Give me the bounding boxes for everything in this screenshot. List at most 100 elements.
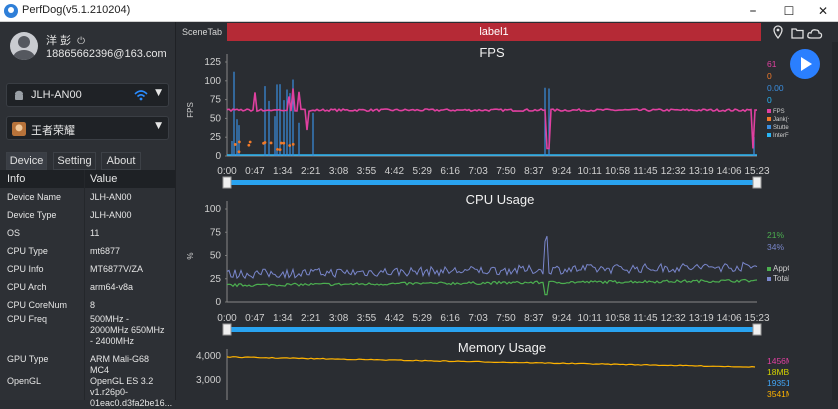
column-divider: [84, 170, 85, 400]
main-scrollbar[interactable]: [832, 42, 838, 400]
tab-setting[interactable]: Setting: [53, 152, 96, 170]
jank-marker: [282, 141, 286, 145]
fps-time-label: 5:29: [413, 166, 433, 177]
cpu-time-label: 3:08: [329, 313, 349, 324]
cloud-icon[interactable]: [807, 29, 823, 39]
row-value: JLH-AN00: [90, 210, 132, 220]
perfdog-logo-icon: [4, 4, 18, 18]
cpu-range-slider: [227, 327, 757, 332]
row-key: CPU CoreNum: [7, 300, 68, 310]
row-value: OpenGL ES 3.2 v1.r26p0-01eac0.d3fa2be16.…: [90, 376, 173, 408]
fps-time-label: 0:47: [245, 166, 265, 177]
cpu-tick-label: 25: [210, 274, 222, 285]
fps-tick-label: 100: [204, 76, 221, 87]
cpu-time-label: 9:24: [552, 313, 572, 324]
info-column-header: Info: [7, 173, 26, 185]
wifi-icon: [134, 90, 148, 101]
cpu-time-label: 5:29: [413, 313, 433, 324]
fps-legend-swatch: [767, 109, 771, 113]
row-key: GPU Type: [7, 354, 49, 364]
info-table-header: Info Value: [0, 170, 175, 188]
value-column-header: Value: [90, 173, 118, 185]
power-icon[interactable]: ⏻: [77, 36, 85, 47]
user-email: 18865662396@163.com: [46, 48, 167, 60]
cpu-time-label: 14:06: [717, 313, 742, 324]
cpu-time-label: 8:37: [524, 313, 544, 324]
user-name: 洋 彭 ⏻: [46, 32, 85, 48]
row-value: 500MHz - 2000MHz 650MHz - 2400MHz: [90, 314, 165, 346]
fps-tick-label: 25: [210, 132, 222, 143]
cpu-axis-label: %: [186, 252, 195, 259]
fps-time-label: 3:08: [329, 166, 349, 177]
cpu-time-label: 13:19: [689, 313, 714, 324]
fps-tick-label: 75: [210, 95, 222, 106]
fps-time-label: 3:55: [357, 166, 377, 177]
jank-marker: [291, 142, 295, 146]
jank-marker: [237, 140, 241, 144]
cpu-time-label: 1:34: [273, 313, 293, 324]
charts-area: FPS FPS 125 100 75 50 25 0 0:00 0:47 1:34 2:21 3:08 3…: [186, 45, 789, 400]
fps-current-value: 0: [767, 95, 772, 105]
chevron-down-icon: ▼: [155, 88, 162, 98]
app-select[interactable]: 王者荣耀 ▼: [6, 116, 169, 140]
totalcpu-series-line: [226, 235, 758, 280]
close-button[interactable]: ✕: [808, 1, 838, 21]
fps-legend-swatch: [767, 133, 771, 137]
memory-current-value: 18MB: [767, 367, 789, 377]
cpu-legend-swatch: [767, 267, 771, 271]
jank-marker: [288, 144, 292, 147]
cpu-time-label: 2:21: [301, 313, 321, 324]
cpu-tick-label: 0: [215, 297, 221, 308]
row-value: JLH-AN00: [90, 192, 132, 202]
fps-time-label: 1:34: [273, 166, 293, 177]
row-key: Device Type: [7, 210, 57, 220]
cpu-time-label: 10:11: [577, 313, 602, 324]
play-button[interactable]: [790, 49, 820, 79]
device-select[interactable]: JLH-AN00 ▼: [6, 83, 169, 107]
row-value: 8: [90, 300, 96, 310]
jank-marker: [263, 141, 267, 144]
main-panel: SceneTab label1 FPS FPS 125 100 75 50 25 0 0:00 0…: [177, 22, 838, 400]
fps-time-label: 9:24: [552, 166, 572, 177]
cpu-current-value: 21%: [767, 230, 784, 240]
cpu-range-handle-left: [222, 323, 232, 336]
cpu-time-label: 0:47: [245, 313, 265, 324]
fps-series-line: [226, 88, 757, 150]
jank-marker: [247, 143, 251, 147]
cpu-time-label: 7:03: [468, 313, 488, 324]
fps-time-label: 13:19: [689, 166, 714, 177]
fps-time-label: 7:50: [496, 166, 516, 177]
cpu-tick-label: 50: [210, 251, 222, 262]
jank-marker: [248, 140, 252, 144]
cpu-time-label: 6:16: [440, 313, 460, 324]
fps-tick-label: 0: [215, 151, 221, 162]
tab-device[interactable]: Device: [6, 152, 47, 170]
fps-time-label: 10:58: [605, 166, 630, 177]
title-bar: PerfDog(v5.1.210204) – ☐ ✕: [0, 0, 838, 22]
fps-time-label: 15:23: [744, 166, 769, 177]
cpu-time-label: 7:50: [496, 313, 516, 324]
jank-marker: [237, 150, 241, 154]
fps-tick-label: 125: [204, 57, 221, 68]
fps-time-label: 10:11: [577, 166, 602, 177]
minimize-button[interactable]: –: [738, 1, 768, 21]
fps-range-handle-left: [222, 176, 232, 189]
cpu-current-value: 34%: [767, 242, 784, 252]
jank-marker: [278, 148, 282, 152]
folder-icon[interactable]: [791, 28, 804, 39]
cpu-tick-label: 100: [204, 204, 221, 215]
row-key: OpenGL: [7, 376, 42, 386]
row-value: mt6877: [90, 246, 121, 256]
perfdog-window: PerfDog(v5.1.210204) – ☐ ✕ 洋 彭 ⏻ 1886566…: [0, 0, 838, 408]
avatar[interactable]: [10, 32, 38, 60]
fps-time-label: 2:21: [301, 166, 321, 177]
maximize-button[interactable]: ☐: [774, 1, 804, 21]
fps-axis-label: FPS: [186, 102, 195, 118]
fps-time-label: 7:03: [468, 166, 488, 177]
tab-about[interactable]: About: [101, 152, 141, 170]
cpu-time-label: 10:58: [605, 313, 630, 324]
fps-range-slider: [227, 180, 757, 185]
chevron-down-icon: ▼: [155, 121, 162, 131]
android-icon: [15, 90, 23, 100]
device-select-value: JLH-AN00: [31, 89, 82, 101]
